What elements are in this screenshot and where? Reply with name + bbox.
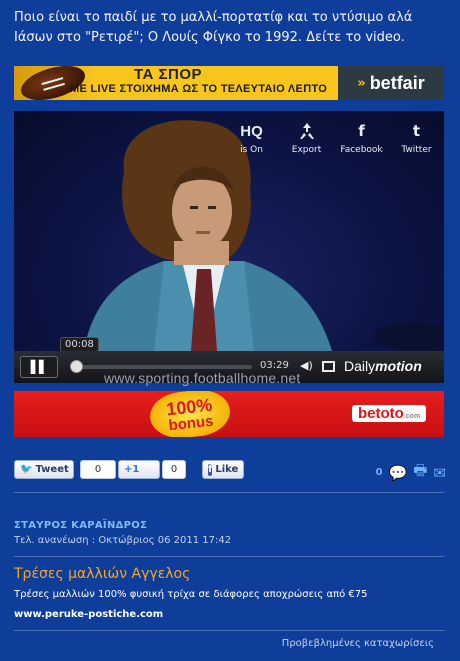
seek-bar[interactable] — [72, 365, 252, 369]
tweet-button[interactable]: 🐦 Tweet — [14, 460, 74, 479]
facebook-icon: f — [208, 463, 213, 476]
seek-handle[interactable] — [70, 360, 83, 373]
like-label: Like — [215, 464, 239, 475]
betfair-banner-subtitle: ΜΕ LIVE ΣΤΟΙΧΗΜΑ ΩΣ ΤΟ ΤΕΛΕΥΤΑΙΟ ΛΕΠΤΟ — [70, 83, 328, 95]
print-icon[interactable]: 🖶 — [413, 460, 427, 485]
export-icon — [297, 121, 317, 141]
hq-toggle[interactable]: HQ is On — [224, 117, 279, 163]
comment-count: 0 — [375, 467, 383, 478]
hq-icon: HQ — [240, 122, 263, 140]
dailymotion-logo[interactable]: Dailymotion — [344, 358, 422, 374]
volume-icon[interactable]: ◀) — [300, 359, 313, 372]
facebook-like-button[interactable]: f Like — [202, 460, 244, 479]
betfair-banner-title: ΤΑ ΣΠΟΡ — [134, 66, 203, 83]
sponsored-ad-title[interactable]: Τρέσες μαλλιών Αγγελος — [14, 566, 190, 582]
divider — [14, 630, 444, 631]
twitter-icon: t — [412, 122, 421, 140]
sponsored-ads-footer[interactable]: Προβεβλημένες καταχωρίσεις — [282, 638, 434, 649]
article-intro: Ποιο είναι το παιδί με το μαλλί-πορτατίφ… — [14, 10, 413, 45]
twitter-label: Twitter — [401, 145, 432, 155]
sponsored-ad-link[interactable]: www.peruke-postiche.com — [14, 609, 163, 620]
dailymotion-logo-part: Daily — [344, 358, 376, 374]
betfair-banner-promo: ΤΑ ΣΠΟΡ ΜΕ LIVE ΣΤΟΙΧΗΜΑ ΩΣ ΤΟ ΤΕΛΕΥΤΑΙΟ… — [14, 66, 338, 100]
tweet-count: 0 — [80, 460, 116, 479]
sponsored-ad-description: Τρέσες μαλλιών 100% φυσική τρίχα σε διάφ… — [14, 589, 368, 600]
plus-one-count: 0 — [162, 460, 186, 479]
article-tools: 0 💬 🖶 ✉ — [376, 460, 446, 485]
tweet-label: Tweet — [35, 464, 69, 475]
bonus-badge: 100% bonus — [147, 391, 233, 437]
comment-icon[interactable]: 💬 — [389, 464, 408, 482]
current-time-tooltip: 00:08 — [60, 337, 99, 352]
betfair-logo: » betfair — [338, 66, 444, 100]
article-author[interactable]: ΣΤΑΥΡΟΣ ΚΑΡΑΪΝΔΡΟΣ — [14, 520, 147, 531]
last-updated: Τελ. ανανέωση : Οκτώβριος 06 2011 17:42 — [14, 535, 232, 546]
export-button[interactable]: Export — [279, 117, 334, 163]
google-plus-one-button[interactable]: +1 — [118, 460, 160, 479]
betfair-banner[interactable]: ΤΑ ΣΠΟΡ ΜΕ LIVE ΣΤΟΙΧΗΜΑ ΩΣ ΤΟ ΤΕΛΕΥΤΑΙΟ… — [14, 66, 444, 100]
bonus-word: bonus — [167, 412, 215, 434]
video-watermark: www.sporting.footballhome.net — [104, 370, 301, 386]
dailymotion-logo-em: motion — [375, 358, 422, 374]
facebook-icon: f — [358, 122, 365, 140]
divider — [14, 492, 444, 493]
divider — [14, 556, 444, 557]
twitter-share-button[interactable]: t Twitter — [389, 117, 444, 163]
export-label: Export — [291, 145, 322, 155]
pause-button[interactable]: ▌▌ — [20, 356, 58, 378]
pause-icon: ▌▌ — [30, 360, 48, 374]
email-icon[interactable]: ✉ — [433, 464, 446, 482]
hq-label: is On — [240, 145, 263, 155]
fullscreen-icon[interactable] — [322, 361, 335, 372]
twitter-bird-icon: 🐦 — [20, 464, 33, 475]
betoto-logo: betoto.com — [352, 405, 427, 422]
facebook-share-button[interactable]: f Facebook — [334, 117, 389, 163]
betfair-brand: betfair — [369, 72, 425, 93]
facebook-label: Facebook — [340, 145, 383, 155]
plus-one-label: +1 — [124, 464, 140, 475]
video-share-controls: HQ is On Export f Facebook t Twitter — [224, 117, 444, 163]
double-arrow-icon: » — [357, 75, 366, 91]
betoto-banner[interactable]: 100% bonus betoto.com — [14, 391, 444, 437]
betoto-brand: betoto — [358, 405, 404, 422]
video-frame[interactable]: HQ is On Export f Facebook t Twitter — [14, 111, 444, 351]
video-player[interactable]: HQ is On Export f Facebook t Twitter 00:… — [14, 111, 444, 383]
betoto-brand-suffix: .com — [403, 413, 421, 420]
